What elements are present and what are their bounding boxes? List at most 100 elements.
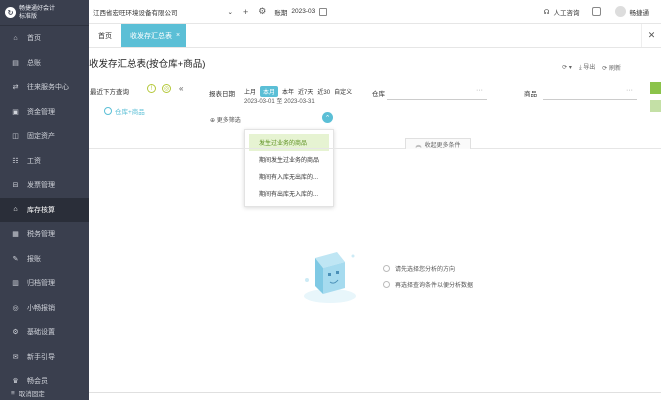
period-custom[interactable]: 自定义 [334, 87, 352, 96]
warehouse-icon: ⌂ [13, 206, 18, 214]
more-filters-label: 更多筛选 [216, 118, 241, 124]
dropdown-option[interactable]: 期间有出库无入库的... [249, 185, 329, 202]
more-filters-toggle[interactable]: ⊕ 更多筛选 [210, 115, 241, 124]
refresh-button[interactable]: ⟳ 刷新 [602, 63, 621, 72]
period-7-days[interactable]: 近7天 [298, 87, 313, 96]
dropdown-option[interactable]: 期间有入库无出库的... [249, 168, 329, 185]
sidebar-item-label: 畅会员 [27, 378, 48, 386]
step-icon [383, 265, 390, 272]
tax-icon: ▦ [12, 231, 19, 239]
sidebar-item-label: 税务管理 [27, 231, 55, 239]
company-name: 江西省宏旺环境设备有限公司 [93, 9, 178, 17]
warehouse-label: 仓库 [372, 91, 385, 98]
avatar[interactable] [614, 6, 626, 17]
tab-label: 收发存汇总表 [130, 32, 172, 40]
sidebar-item[interactable]: ✎ 报账 [0, 247, 89, 272]
step-icon [383, 281, 390, 288]
app-logo[interactable]: ↻ 畅捷通好会计 标准版 [0, 0, 89, 26]
exchange-icon: ⇄ [12, 84, 19, 92]
collapse-conditions-button[interactable]: ︽ 收起更多条件 [405, 138, 471, 149]
sidebar-item-label: 总账 [27, 59, 41, 67]
wallet-icon: ▣ [12, 108, 19, 116]
tab-home[interactable]: 首页 [89, 24, 121, 47]
user-name[interactable]: 畅捷通 [630, 7, 650, 17]
double-chevron-left-icon[interactable]: « [179, 84, 183, 93]
add-icon[interactable]: + [243, 7, 248, 17]
sidebar-item-label: 工资 [27, 157, 41, 165]
sidebar-item[interactable]: ▦ 税务管理 [0, 222, 89, 247]
reset-button[interactable] [650, 100, 661, 112]
sidebar-item[interactable]: ⚙ 基础设置 [0, 320, 89, 345]
service-button[interactable]: 人工咨询 [554, 7, 580, 17]
sidebar-item[interactable]: ⊟ 发票管理 [0, 173, 89, 198]
tab-label: 首页 [98, 32, 112, 40]
hint-1: 请先选择您分析的方向 [383, 264, 455, 273]
sidebar-item[interactable]: ▤ 总账 [0, 51, 89, 76]
sidebar-item-label: 首页 [27, 35, 41, 43]
sidebar-item[interactable]: ✉ 新手引导 [0, 345, 89, 370]
logo-subtitle: 标准版 [19, 13, 38, 20]
date-range[interactable]: 2023-03-01 至 2023-03-31 [244, 96, 315, 105]
tab-summary-report[interactable]: 收发存汇总表 × [121, 24, 187, 47]
dropdown-option[interactable]: 期间发生过业务的商品 [249, 151, 329, 168]
company-selector[interactable]: 江西省宏旺环境设备有限公司 ⌄ [93, 7, 233, 17]
sidebar-item[interactable]: ⌂ 首页 [0, 26, 89, 51]
settings-icon[interactable]: ⚙ [258, 6, 266, 17]
bottom-scrollbar[interactable] [89, 392, 661, 393]
sidebar-item-label: 报账 [27, 255, 41, 263]
refresh-dropdown-icon[interactable]: ⟳ ▾ [562, 64, 572, 71]
period-value[interactable]: 2023-03 [291, 8, 315, 15]
calendar-icon[interactable] [319, 7, 328, 16]
period-label: 账期 [274, 9, 288, 17]
invoice-icon: ⊟ [12, 182, 19, 190]
warehouse-input[interactable] [387, 99, 487, 100]
sidebar-item-label: 小畅报销 [27, 304, 55, 312]
sidebar-item[interactable]: ⇄ 往来服务中心 [0, 75, 89, 100]
pin-icon: ≡ [11, 389, 15, 397]
logo-icon: ↻ [5, 7, 16, 18]
more-icon[interactable]: ··· [626, 87, 633, 94]
chevron-up-icon[interactable]: ⌃ [322, 112, 333, 123]
home-icon: ⌂ [13, 34, 18, 42]
period-last-month[interactable]: 上月 [244, 87, 256, 96]
sidebar-item[interactable]: ◎ 小畅报销 [0, 296, 89, 321]
add-icon [104, 107, 112, 115]
bell-icon[interactable] [591, 7, 601, 16]
more-icon[interactable]: ··· [476, 87, 483, 94]
sidebar-item[interactable]: ◫ 固定资产 [0, 124, 89, 149]
sidebar-item-label: 归档管理 [27, 280, 55, 288]
top-bar: 江西省宏旺环境设备有限公司 ⌄ + ⚙ 账期 2023-03 ☊ 人工咨询 畅捷… [89, 0, 661, 24]
sidebar-nav: ⌂ 首页 ▤ 总账 ⇄ 往来服务中心 ▣ 资金管理 ◫ 固定资产 ☷ 工资 ⊟ 发票管理 ⌂ 库存核算 ▦ 税务管… [0, 26, 89, 394]
goods-label: 商品 [524, 91, 537, 98]
close-icon[interactable]: × [176, 32, 180, 39]
period-30-days[interactable]: 近30 [317, 87, 330, 96]
export-button[interactable]: ⤓ 导出 [579, 62, 595, 72]
query-button[interactable] [650, 82, 661, 94]
save-query-icon[interactable]: ◎ [162, 84, 171, 93]
page-title: 收发存汇总表(按仓库+商品) [89, 59, 206, 70]
period-this-year[interactable]: 本年 [282, 87, 294, 96]
add-query-button[interactable]: 仓库+商品 [104, 106, 145, 116]
chevron-down-icon: ⌄ [227, 8, 233, 16]
collapse-label: 收起更多条件 [424, 142, 461, 149]
sidebar-item-label: 往来服务中心 [27, 84, 69, 92]
tab-bar: 首页 收发存汇总表 × ✕ [89, 24, 661, 48]
guide-icon: ✉ [12, 353, 19, 361]
sidebar-item[interactable]: ▥ 归档管理 [0, 271, 89, 296]
add-query-label: 仓库+商品 [115, 109, 145, 116]
unpin-sidebar-button[interactable]: ≡ 取消固定 [0, 386, 89, 400]
empty-state-illustration [304, 252, 356, 303]
ledger-icon: ▤ [12, 59, 19, 67]
sidebar-item[interactable]: ☷ 工资 [0, 149, 89, 174]
sidebar: ↻ 畅捷通好会计 标准版 ⌂ 首页 ▤ 总账 ⇄ 往来服务中心 ▣ 资金管理 ◫ 固定资产 ☷ 工资 ⊟… [0, 0, 89, 400]
sidebar-item-label: 发票管理 [27, 182, 55, 190]
divider [89, 140, 661, 149]
goods-input[interactable] [543, 99, 637, 100]
salary-icon: ☷ [12, 157, 19, 165]
sidebar-item[interactable]: ▣ 资金管理 [0, 100, 89, 125]
info-icon[interactable]: ! [147, 84, 156, 93]
close-all-icon[interactable]: ✕ [641, 24, 661, 47]
sidebar-item[interactable]: ⌂ 库存核算 [0, 197, 89, 222]
headset-icon: ☊ [543, 8, 550, 16]
quick-query-label: 最近下方查询 [90, 89, 129, 96]
